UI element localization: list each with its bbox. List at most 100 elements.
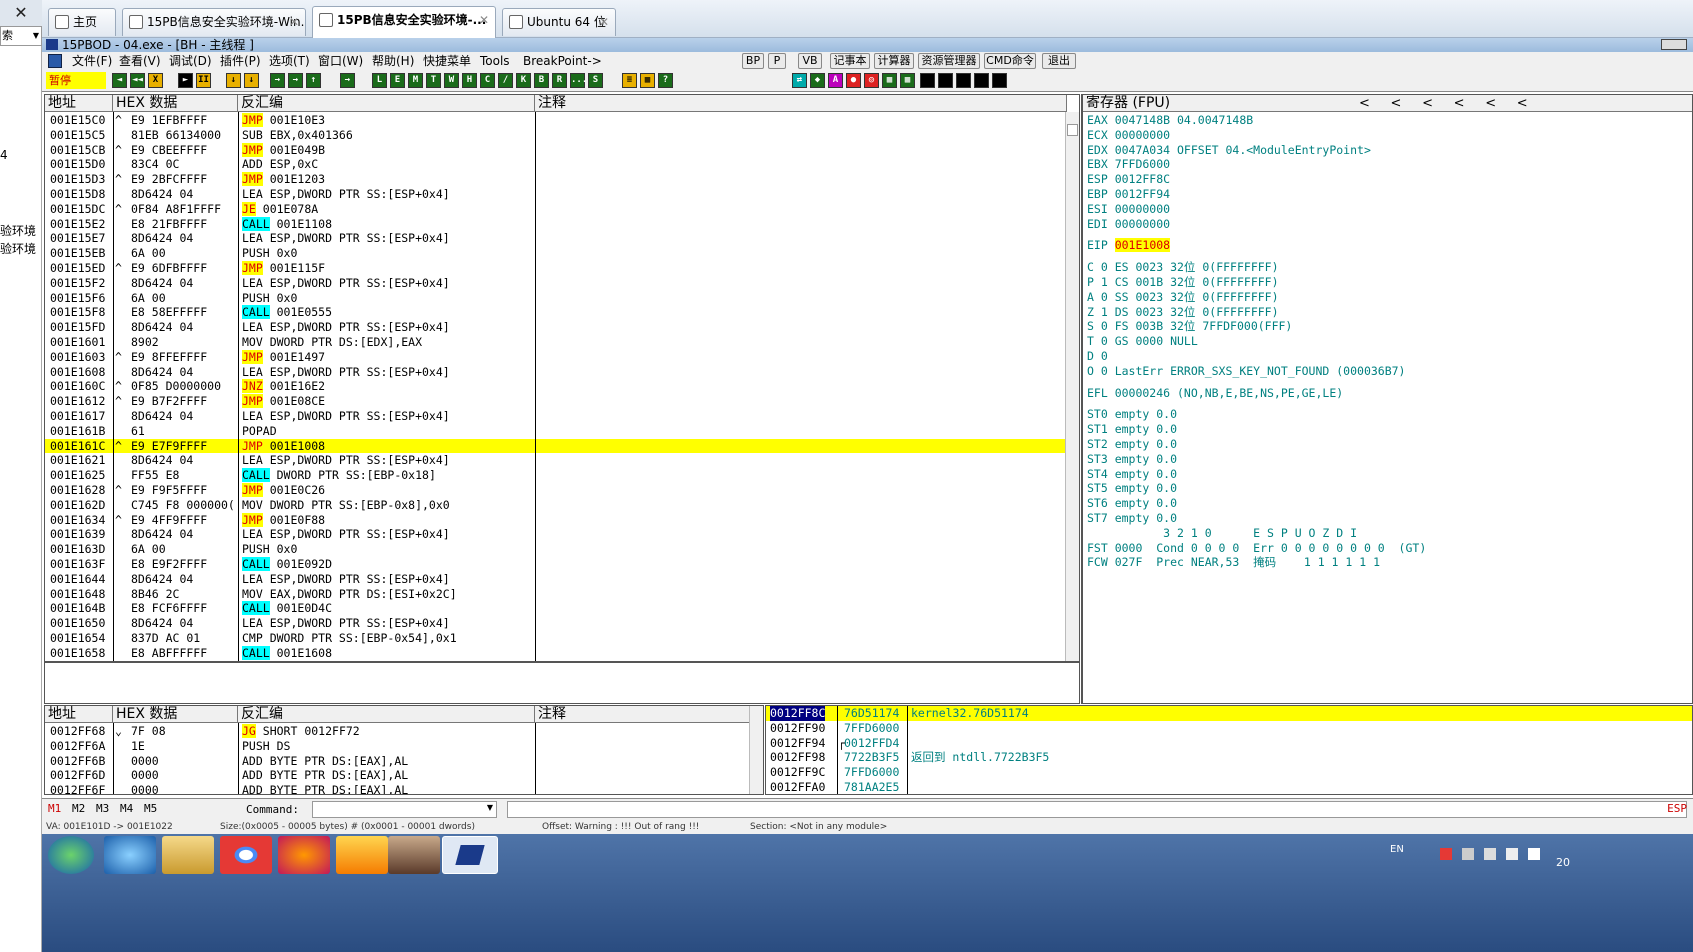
tool-button-4[interactable]: 计算器 [874, 53, 914, 69]
disasm-row[interactable]: 001E161C ^ E9 E7F9FFFF JMP 001E1008 [45, 438, 1065, 454]
flag-line[interactable]: P 1 CS 001B 32位 0(FFFFFFFF) [1087, 275, 1279, 290]
registers-pane[interactable]: 寄存器 (FPU) < < < < < < EAX 0047148B 04.00… [1081, 94, 1693, 704]
dump-row[interactable]: 0012FF6B 0000 ADD BYTE PTR DS:[EAX],AL [45, 754, 763, 769]
register-arrows[interactable]: < < < < < < [1359, 95, 1528, 112]
tray-icon-4[interactable] [1506, 848, 1518, 860]
col-header-disasm[interactable]: 反汇编 [238, 95, 535, 112]
fpu-control-word[interactable]: FCW 027F Prec NEAR,53 掩码 1 1 1 1 1 1 [1087, 555, 1380, 570]
flag-line[interactable]: A 0 SS 0023 32位 0(FFFFFFFF) [1087, 290, 1279, 305]
toolbar-icon-5[interactable]: ↓ [226, 73, 241, 88]
disasm-row[interactable]: 001E15D8 8D6424 04 LEA ESP,DWORD PTR SS:[E… [45, 187, 1065, 202]
disasm-row[interactable]: 001E163F E8 E9F2FFFF CALL 001E092D [45, 557, 1065, 572]
dump-row[interactable]: 0012FF6A 1E PUSH DS [45, 739, 763, 754]
fpu-register-line[interactable]: ST5 empty 0.0 [1087, 481, 1177, 496]
tray-icon-1[interactable] [1440, 848, 1452, 860]
disasm-row[interactable]: 001E15F6 6A 00 PUSH 0x0 [45, 291, 1065, 306]
tool-button-3[interactable]: 记事本 [830, 53, 870, 69]
toolbar-icon-34[interactable] [920, 73, 935, 88]
menu-item-3[interactable]: 插件(P) [220, 53, 261, 69]
tab-0[interactable]: 主页 [48, 8, 116, 36]
disasm-row[interactable]: 001E15C5 81EB 66134000 SUB EBX,0x401366 [45, 128, 1065, 143]
menu-item-1[interactable]: 查看(V) [119, 53, 161, 69]
memory-tab-m3[interactable]: M3 [96, 802, 109, 815]
toolbar-icon-28[interactable]: ◆ [810, 73, 825, 88]
flag-line[interactable]: T 0 GS 0000 NULL [1087, 334, 1198, 349]
menu-item-2[interactable]: 调试(D) [169, 53, 212, 69]
stack-row[interactable]: 0012FFA0 781AA2E5 [766, 780, 1692, 794]
chrome-icon[interactable] [220, 836, 272, 874]
col-header-hex[interactable]: HEX 数据 [113, 95, 238, 112]
toolbar-icon-8[interactable]: → [288, 73, 303, 88]
toolbar-icon-10[interactable]: → [340, 73, 355, 88]
col-header-address[interactable]: 地址 [45, 95, 113, 112]
close-icon[interactable]: ✕ [479, 7, 489, 33]
disasm-row[interactable]: 001E161B 61 POPAD [45, 424, 1065, 439]
disasm-row[interactable]: 001E163D 6A 00 PUSH 0x0 [45, 542, 1065, 557]
toolbar-icon-29[interactable]: A [828, 73, 843, 88]
fpu-register-line[interactable]: ST6 empty 0.0 [1087, 496, 1177, 511]
col-header-comment[interactable]: 注释 [535, 95, 1067, 112]
tool-button-2[interactable]: VB [798, 53, 822, 69]
toolbar-icon-1[interactable]: ◄◄ [130, 73, 145, 88]
dump-col-disasm[interactable]: 反汇编 [238, 706, 535, 723]
register-line[interactable]: EBP 0012FF94 [1087, 187, 1170, 202]
toolbar-icon-35[interactable] [938, 73, 953, 88]
disasm-row[interactable]: 001E164B E8 FCF6FFFF CALL 001E0D4C [45, 601, 1065, 616]
toolbar-icon-3[interactable]: ► [178, 73, 193, 88]
menu-item-4[interactable]: 选项(T) [269, 53, 310, 69]
disasm-row[interactable]: 001E15F8 E8 58EFFFFF CALL 001E0555 [45, 305, 1065, 320]
memory-tab-m1[interactable]: M1 [48, 802, 61, 815]
toolbar-icon-37[interactable] [974, 73, 989, 88]
fpu-register-line[interactable]: ST7 empty 0.0 [1087, 511, 1177, 526]
dump-row[interactable]: 0012FF68 ⌄ 7F 08 JG SHORT 0012FF72 [45, 724, 763, 739]
tray-icon-2[interactable] [1462, 848, 1474, 860]
disasm-row[interactable]: 001E15E2 E8 21FBFFFF CALL 001E1108 [45, 216, 1065, 232]
close-icon[interactable]: ✕ [289, 9, 299, 35]
tab-1[interactable]: 15PB信息安全实验环境-Win... ✕ [122, 8, 306, 36]
toolbar-icon-30[interactable]: ● [846, 73, 861, 88]
register-line[interactable]: ESP 0012FF8C [1087, 172, 1170, 187]
fpu-bits-header[interactable]: 3 2 1 0 E S P U O Z D I [1087, 526, 1357, 541]
close-icon[interactable]: ✕ [599, 9, 609, 35]
fpu-register-line[interactable]: ST3 empty 0.0 [1087, 452, 1177, 467]
menu-item-0[interactable]: 文件(F) [72, 53, 112, 69]
input-language[interactable]: EN [1390, 844, 1404, 855]
disasm-row[interactable]: 001E15ED ^ E9 6DFBFFFF JMP 001E115F [45, 261, 1065, 276]
toolbar-icon-11[interactable]: L [372, 73, 387, 88]
internet-explorer-icon[interactable] [104, 836, 156, 874]
menu-item-6[interactable]: 帮助(H) [372, 53, 414, 69]
eflags-line[interactable]: EFL 00000246 (NO,NB,E,BE,NS,PE,GE,LE) [1087, 386, 1343, 401]
disasm-row[interactable]: 001E15EB 6A 00 PUSH 0x0 [45, 246, 1065, 261]
toolbar-icon-15[interactable]: W [444, 73, 459, 88]
disasm-row[interactable]: 001E15F2 8D6424 04 LEA ESP,DWORD PTR SS:[E… [45, 276, 1065, 291]
tray-icon-3[interactable] [1484, 848, 1496, 860]
toolbar-icon-2[interactable]: X [148, 73, 163, 88]
disasm-row[interactable]: 001E1621 8D6424 04 LEA ESP,DWORD PTR SS:[E… [45, 453, 1065, 468]
toolbar-icon-21[interactable]: R [552, 73, 567, 88]
dump-col-comment[interactable]: 注释 [535, 706, 751, 723]
dump-pane[interactable]: 地址 HEX 数据 反汇编 注释 0012FF68 ⌄ 7F 08 JG SHORT … [44, 705, 764, 795]
disasm-row[interactable]: 001E1612 ^ E9 B7F2FFFF JMP 001E08CE [45, 394, 1065, 409]
dump-row[interactable]: 0012FF6D 0000 ADD BYTE PTR DS:[EAX],AL [45, 768, 763, 783]
flag-line[interactable]: C 0 ES 0023 32位 0(FFFFFFFF) [1087, 260, 1279, 275]
file-explorer-icon[interactable] [162, 836, 214, 874]
toolbar-icon-19[interactable]: K [516, 73, 531, 88]
tool-button-5[interactable]: 资源管理器 [918, 53, 980, 69]
disasm-row[interactable]: 001E15FD 8D6424 04 LEA ESP,DWORD PTR SS:[E… [45, 320, 1065, 335]
disasm-row[interactable]: 001E1658 E8 ABFFFFFF CALL 001E1608 [45, 645, 1065, 661]
disasm-row[interactable]: 001E15D3 ^ E9 2BFCFFFF JMP 001E1203 [45, 172, 1065, 187]
stack-row[interactable]: 0012FF94 0012FFD4 ┌ [766, 736, 1692, 751]
toolbar-icon-6[interactable]: ↓ [244, 73, 259, 88]
start-button-icon[interactable] [48, 836, 94, 874]
toolbar-icon-0[interactable]: ◄ [112, 73, 127, 88]
disasm-row[interactable]: 001E15C0 ^ E9 1EFBFFFF JMP 001E10E3 [45, 113, 1065, 128]
flag-line[interactable]: D 0 [1087, 349, 1108, 364]
disasm-row[interactable]: 001E1608 8D6424 04 LEA ESP,DWORD PTR SS:[E… [45, 365, 1065, 380]
app-icon-6[interactable] [388, 836, 440, 874]
firefox-icon[interactable] [278, 836, 330, 874]
tool-button-1[interactable]: P [768, 53, 786, 69]
menu-item-9[interactable]: BreakPoint-> [523, 53, 602, 69]
cpu-scrollbar[interactable] [1065, 112, 1079, 661]
toolbar-icon-23[interactable]: S [588, 73, 603, 88]
minimize-button[interactable] [1661, 39, 1687, 50]
